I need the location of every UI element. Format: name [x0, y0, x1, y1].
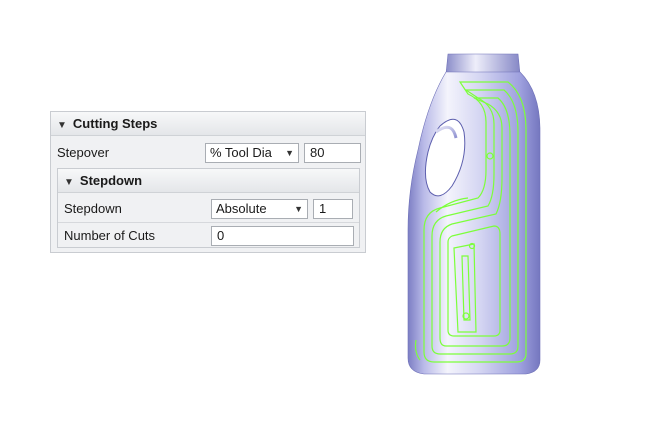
stepdown-value-input[interactable]: 1	[313, 199, 353, 219]
collapse-triangle-icon[interactable]: ▼	[64, 171, 74, 195]
cutting-steps-panel: ▼ Cutting Steps Stepover % Tool Dia ▼ 80 …	[50, 111, 366, 253]
stepdown-mode-select[interactable]: Absolute ▼	[211, 199, 308, 219]
stepover-mode-value: % Tool Dia	[210, 145, 272, 160]
stepdown-title: Stepdown	[79, 173, 143, 188]
dropdown-arrow-icon[interactable]: ▼	[285, 144, 294, 162]
number-of-cuts-input[interactable]: 0	[211, 226, 354, 246]
stepdown-row: Stepdown Absolute ▼ 1	[58, 196, 359, 222]
stepdown-header[interactable]: ▼ Stepdown	[58, 169, 359, 193]
cutting-steps-title: Cutting Steps	[72, 116, 158, 131]
stepover-label: Stepover	[57, 145, 110, 160]
dropdown-arrow-icon[interactable]: ▼	[294, 200, 303, 218]
number-of-cuts-value: 0	[217, 228, 225, 243]
cutting-steps-header[interactable]: ▼ Cutting Steps	[51, 112, 365, 136]
bottle-model-render	[407, 53, 541, 375]
stepdown-subpanel: ▼ Stepdown Stepdown Absolute ▼ 1 Number o…	[57, 168, 360, 248]
stepdown-value: 1	[319, 201, 327, 216]
model-viewport[interactable]	[390, 40, 570, 390]
stepdown-label: Stepdown	[64, 201, 122, 216]
stepover-value-input[interactable]: 80	[304, 143, 361, 163]
stepover-mode-select[interactable]: % Tool Dia ▼	[205, 143, 299, 163]
stepover-value: 80	[310, 145, 325, 160]
number-of-cuts-label: Number of Cuts	[64, 228, 156, 243]
stepdown-mode-value: Absolute	[216, 201, 267, 216]
stepover-row: Stepover % Tool Dia ▼ 80	[51, 140, 365, 166]
collapse-triangle-icon[interactable]: ▼	[57, 114, 67, 138]
number-of-cuts-row: Number of Cuts 0	[58, 223, 359, 249]
